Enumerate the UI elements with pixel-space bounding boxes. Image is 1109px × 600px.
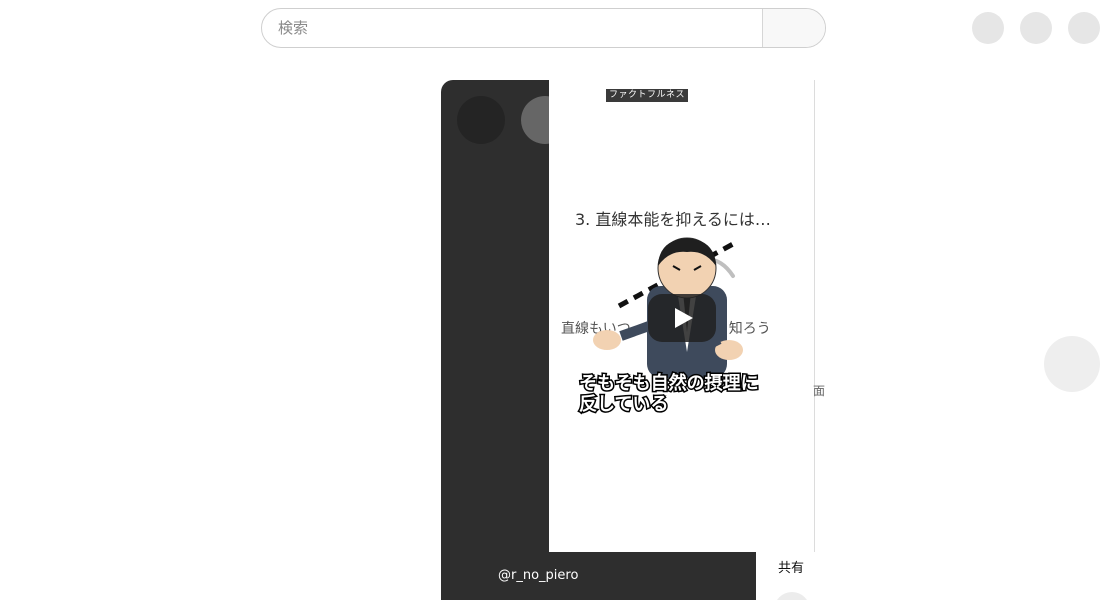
share-label: 共有 — [778, 561, 805, 576]
next-video-button[interactable] — [1044, 336, 1100, 392]
video-info-bar — [441, 552, 756, 600]
search-bar — [261, 8, 826, 48]
channel-name[interactable]: @r_no_piero — [498, 568, 578, 583]
video-left-panel — [441, 80, 549, 600]
short-video-card[interactable]: ファクトフルネス 3. 直線本能を抑えるには… 直線もいつ とを知ろう そもそも… — [441, 80, 815, 600]
video-frame[interactable]: ファクトフルネス 3. 直線本能を抑えるには… 直線もいつ とを知ろう そもそも… — [549, 80, 815, 552]
create-button[interactable] — [972, 12, 1004, 44]
caption-line-2: 反している — [578, 393, 670, 417]
caption-line-1: そもそも自然の摂理に — [578, 372, 761, 396]
search-input[interactable] — [262, 9, 762, 47]
shorts-player-page: ファクトフルネス 3. 直線本能を抑えるには… 直線もいつ とを知ろう — [0, 0, 1109, 600]
account-avatar[interactable] — [1068, 12, 1100, 44]
notifications-button[interactable] — [1020, 12, 1052, 44]
side-mark: 面 — [813, 384, 826, 398]
play-button[interactable] — [648, 294, 716, 342]
video-caption: そもそも自然の摂理に 反している — [578, 372, 761, 417]
pause-button[interactable] — [457, 96, 505, 144]
search-button[interactable] — [762, 9, 825, 47]
